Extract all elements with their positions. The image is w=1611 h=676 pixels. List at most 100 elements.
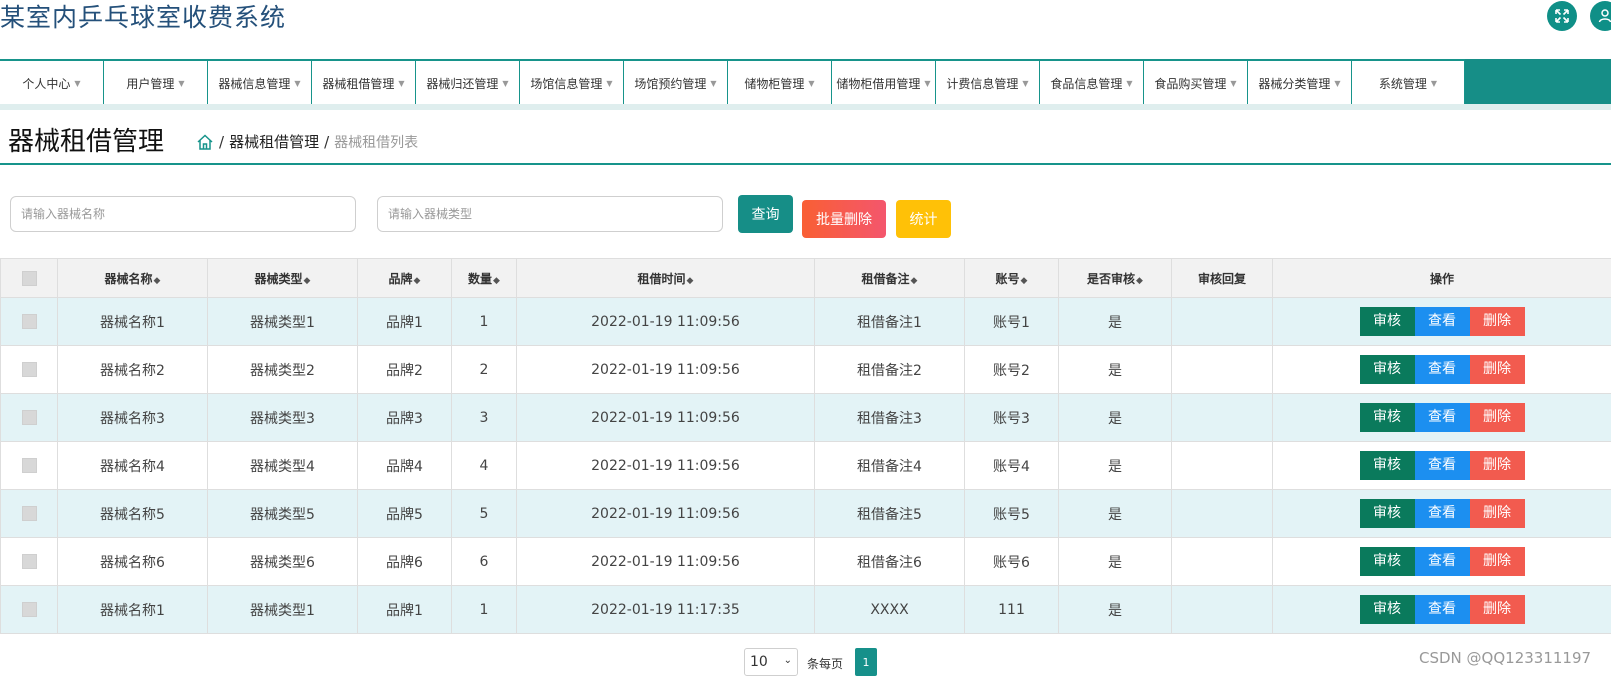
nav-item[interactable]: 场馆信息管理 ▼ <box>520 61 624 106</box>
table-row: 器械名称6 器械类型6 品牌6 6 2022-01-19 11:09:56 租借备注6 账号… <box>0 537 1611 586</box>
cell-audited: 是 <box>1058 393 1172 442</box>
page-size-select[interactable]: 10 ⌄ <box>744 648 798 676</box>
column-header-label: 品牌 <box>388 271 413 286</box>
query-button[interactable]: 查询 <box>738 195 793 233</box>
delete-button[interactable]: 删除 <box>1469 355 1525 384</box>
equipment-name-input[interactable] <box>10 196 356 232</box>
view-button[interactable]: 查看 <box>1414 355 1470 384</box>
select-all-cell[interactable] <box>0 258 58 298</box>
cell-reply <box>1171 393 1273 442</box>
sort-icon[interactable]: ◆ <box>493 276 500 286</box>
column-header[interactable]: 器械名称◆ <box>57 258 208 298</box>
page-button-current[interactable]: 1 <box>855 648 877 676</box>
select-all-checkbox[interactable] <box>21 270 37 286</box>
sort-icon[interactable]: ◆ <box>911 276 918 286</box>
cell-time: 2022-01-19 11:09:56 <box>516 393 815 442</box>
cell-account: 账号1 <box>964 297 1059 346</box>
nav-item[interactable]: 储物柜借用管理 ▼ <box>832 61 936 106</box>
cell-name: 器械名称1 <box>57 585 208 634</box>
row-select-cell[interactable] <box>0 345 58 394</box>
sort-icon[interactable]: ◆ <box>154 276 161 286</box>
delete-button[interactable]: 删除 <box>1469 403 1525 432</box>
nav-item[interactable]: 储物柜管理 ▼ <box>728 61 832 106</box>
sort-icon[interactable]: ◆ <box>414 276 421 286</box>
user-icon[interactable] <box>1590 1 1611 31</box>
row-select-cell[interactable] <box>0 393 58 442</box>
nav-item[interactable]: 计费信息管理 ▼ <box>936 61 1040 106</box>
view-button[interactable]: 查看 <box>1414 547 1470 576</box>
cell-qty: 3 <box>451 393 517 442</box>
nav-item-label: 储物柜管理 <box>744 77 805 91</box>
view-button[interactable]: 查看 <box>1414 499 1470 528</box>
row-checkbox[interactable] <box>21 506 37 521</box>
column-header[interactable]: 器械类型◆ <box>207 258 358 298</box>
delete-button[interactable]: 删除 <box>1469 307 1525 336</box>
row-select-cell[interactable] <box>0 297 58 346</box>
row-checkbox[interactable] <box>21 314 37 329</box>
nav-item[interactable]: 食品购买管理 ▼ <box>1144 61 1248 106</box>
cell-audited: 是 <box>1058 537 1172 586</box>
breadcrumb-level1[interactable]: 器械租借管理 <box>229 131 319 152</box>
delete-button[interactable]: 删除 <box>1469 451 1525 480</box>
row-checkbox[interactable] <box>21 362 37 377</box>
nav-item[interactable]: 场馆预约管理 ▼ <box>624 61 728 106</box>
equipment-type-input[interactable] <box>377 196 723 232</box>
action-group: 审核 查看 删除 <box>1359 499 1525 528</box>
sort-icon[interactable]: ◆ <box>687 276 694 286</box>
row-checkbox[interactable] <box>21 410 37 425</box>
cell-qty: 1 <box>451 297 517 346</box>
column-header[interactable]: 品牌◆ <box>357 258 452 298</box>
sort-icon[interactable]: ◆ <box>1021 276 1028 286</box>
batch-delete-button[interactable]: 批量删除 <box>802 200 886 238</box>
audit-button[interactable]: 审核 <box>1359 595 1415 624</box>
row-select-cell[interactable] <box>0 537 58 586</box>
row-checkbox[interactable] <box>21 602 37 617</box>
nav-item[interactable]: 用户管理 ▼ <box>104 61 208 106</box>
audit-button[interactable]: 审核 <box>1359 547 1415 576</box>
delete-button[interactable]: 删除 <box>1469 547 1525 576</box>
audit-button[interactable]: 审核 <box>1359 403 1415 432</box>
cell-actions: 审核 查看 删除 <box>1272 585 1611 634</box>
breadcrumb: / 器械租借管理 / 器械租借列表 <box>196 131 418 152</box>
audit-button[interactable]: 审核 <box>1359 499 1415 528</box>
nav-item[interactable]: 食品信息管理 ▼ <box>1040 61 1144 106</box>
column-header[interactable]: 账号◆ <box>964 258 1059 298</box>
cell-qty: 1 <box>451 585 517 634</box>
column-header[interactable]: 租借备注◆ <box>814 258 965 298</box>
view-button[interactable]: 查看 <box>1414 595 1470 624</box>
delete-button[interactable]: 删除 <box>1469 499 1525 528</box>
audit-button[interactable]: 审核 <box>1359 451 1415 480</box>
nav-accent-block <box>1465 59 1611 104</box>
view-button[interactable]: 查看 <box>1414 403 1470 432</box>
audit-button[interactable]: 审核 <box>1359 355 1415 384</box>
audit-button[interactable]: 审核 <box>1359 307 1415 336</box>
cell-account: 账号4 <box>964 441 1059 490</box>
nav-item[interactable]: 器械租借管理 ▼ <box>312 61 416 106</box>
view-button[interactable]: 查看 <box>1414 451 1470 480</box>
action-group: 审核 查看 删除 <box>1359 403 1525 432</box>
cell-name: 器械名称4 <box>57 441 208 490</box>
row-checkbox[interactable] <box>21 458 37 473</box>
row-select-cell[interactable] <box>0 489 58 538</box>
expand-icon[interactable] <box>1547 1 1577 31</box>
app-title: 某室内乒乓球室收费系统 <box>0 3 287 32</box>
table-row: 器械名称1 器械类型1 品牌1 1 2022-01-19 11:09:56 租借备注1 账号… <box>0 297 1611 346</box>
nav-item[interactable]: 器械分类管理 ▼ <box>1248 61 1352 106</box>
caret-down-icon: ▼ <box>294 79 301 88</box>
nav-item[interactable]: 个人中心 ▼ <box>0 61 104 106</box>
view-button[interactable]: 查看 <box>1414 307 1470 336</box>
nav-item[interactable]: 器械信息管理 ▼ <box>208 61 312 106</box>
delete-button[interactable]: 删除 <box>1469 595 1525 624</box>
home-icon[interactable] <box>196 133 214 151</box>
nav-item[interactable]: 系统管理 ▼ <box>1352 61 1465 106</box>
column-header[interactable]: 数量◆ <box>451 258 517 298</box>
stats-button[interactable]: 统计 <box>896 200 951 238</box>
column-header[interactable]: 是否审核◆ <box>1058 258 1172 298</box>
row-checkbox[interactable] <box>21 554 37 569</box>
row-select-cell[interactable] <box>0 585 58 634</box>
row-select-cell[interactable] <box>0 441 58 490</box>
nav-item[interactable]: 器械归还管理 ▼ <box>416 61 520 106</box>
sort-icon[interactable]: ◆ <box>1136 276 1143 286</box>
column-header[interactable]: 租借时间◆ <box>516 258 815 298</box>
sort-icon[interactable]: ◆ <box>304 276 311 286</box>
